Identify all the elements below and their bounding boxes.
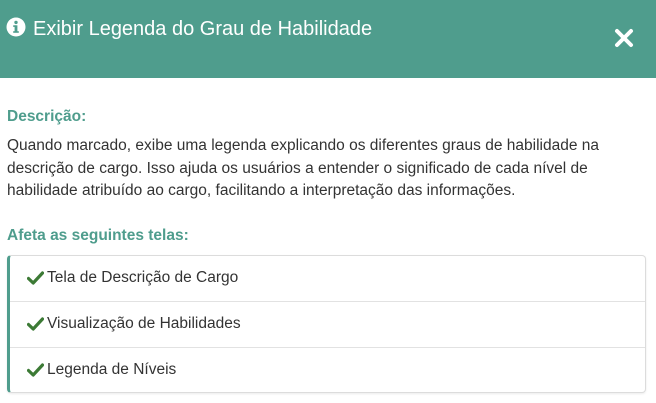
info-circle-icon [6, 17, 26, 37]
check-icon [27, 363, 44, 377]
description-text: Quando marcado, exibe uma legenda explic… [7, 137, 599, 199]
modal-title: Exibir Legenda do Grau de Habilidade [33, 18, 373, 40]
modal-header: Exibir Legenda do Grau de Habilidade [0, 0, 656, 78]
list-item-label: Visualização de Habilidades [47, 315, 241, 332]
list-item: Visualização de Habilidades [10, 302, 645, 348]
list-item: Tela de Descrição de Cargo [10, 256, 645, 302]
list-item-label: Tela de Descrição de Cargo [47, 269, 239, 286]
list-item: Legenda de Níveis [10, 348, 645, 392]
description-label: Descrição: [7, 108, 87, 125]
list-item-label: Legenda de Níveis [47, 361, 177, 378]
close-icon[interactable] [611, 25, 637, 51]
check-icon [27, 271, 44, 285]
check-icon [27, 317, 44, 331]
affected-screens-list: Tela de Descrição de Cargo Visualização … [7, 255, 646, 393]
affected-screens-label: Afeta as seguintes telas: [7, 227, 189, 244]
